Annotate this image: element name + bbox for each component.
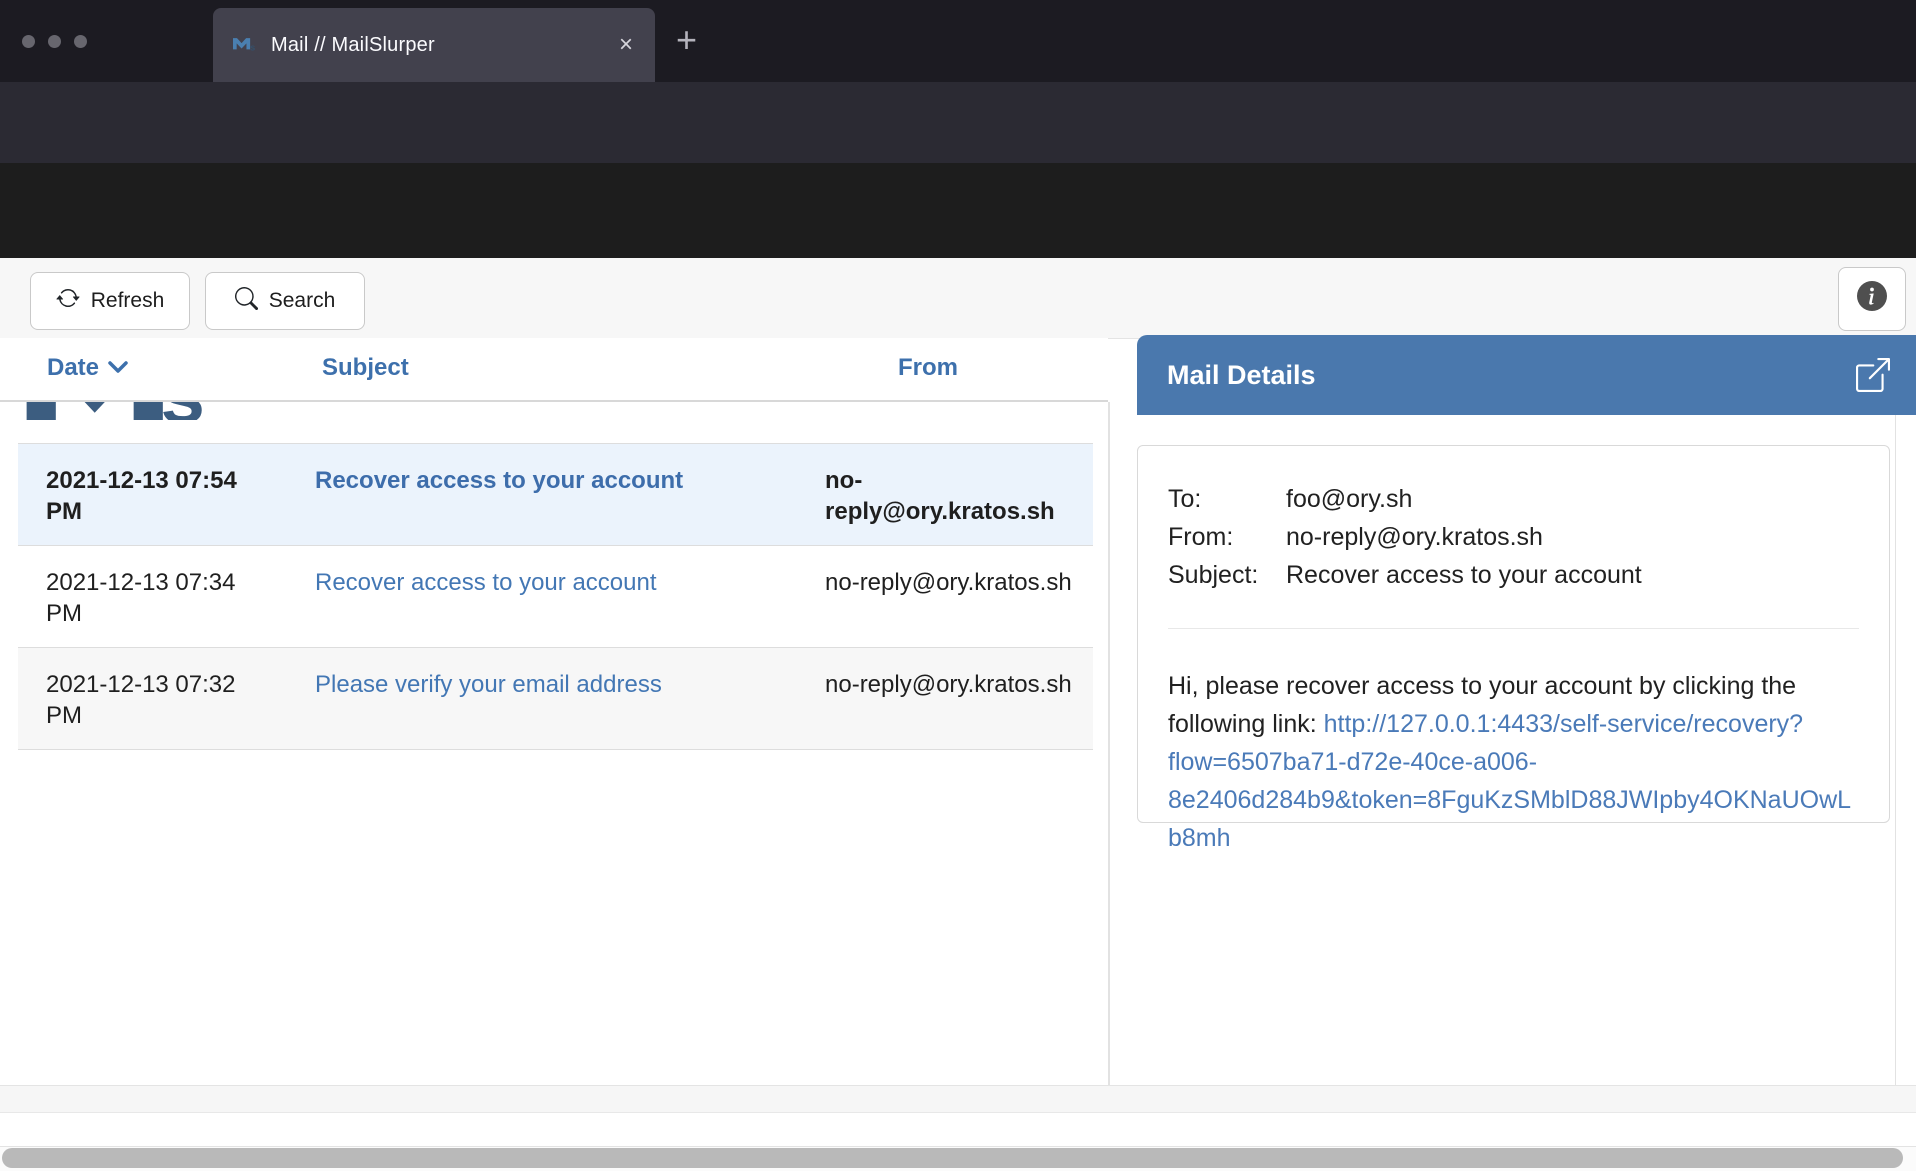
footer-strip — [0, 1086, 1916, 1113]
to-value: foo@ory.sh — [1286, 480, 1859, 518]
info-icon — [1857, 281, 1887, 317]
from-label: From: — [1168, 518, 1286, 556]
mailslurper-favicon: s — [233, 35, 259, 55]
sort-chevron-down-icon — [107, 354, 129, 382]
tab-title: Mail // MailSlurper — [271, 34, 619, 57]
mail-body: Hi, please recover access to your accoun… — [1168, 667, 1859, 857]
mail-subject-link[interactable]: Recover access to your account — [315, 467, 683, 494]
browser-toolbar: 127.0.0.1:4436/# 90% » — [0, 82, 1916, 163]
card-divider — [1168, 628, 1859, 629]
mail-subject-link[interactable]: Please verify your email address — [315, 671, 662, 698]
mail-date: 2021-12-13 07:54 PM — [18, 444, 315, 545]
detail-from-row: From: no-reply@ory.kratos.sh — [1168, 518, 1859, 556]
mail-details-card: To: foo@ory.sh From: no-reply@ory.kratos… — [1137, 445, 1890, 823]
mail-list-row[interactable]: 2021-12-13 07:34 PM Recover access to yo… — [18, 546, 1093, 648]
mail-details-title: Mail Details — [1167, 360, 1856, 391]
horizontal-scrollbar-thumb[interactable] — [2, 1148, 1903, 1168]
mail-date: 2021-12-13 07:32 PM — [18, 648, 315, 749]
pane-divider — [1108, 402, 1110, 1085]
external-link-icon[interactable] — [1856, 358, 1890, 392]
detail-subject-row: Subject: Recover access to your account — [1168, 556, 1859, 594]
from-value: no-reply@ory.kratos.sh — [1286, 518, 1859, 556]
search-button-label: Search — [269, 289, 336, 313]
list-header-divider — [0, 400, 1108, 402]
svg-text:s: s — [250, 43, 255, 53]
column-header-from: From — [898, 354, 958, 382]
search-icon — [235, 287, 258, 316]
app-header: s — [0, 163, 1916, 258]
refresh-button[interactable]: Refresh — [30, 272, 190, 330]
browser-tab[interactable]: s Mail // MailSlurper × — [213, 8, 655, 82]
mail-date: 2021-12-13 07:34 PM — [18, 546, 315, 647]
search-button[interactable]: Search — [205, 272, 365, 330]
tab-close-icon[interactable]: × — [619, 33, 633, 57]
mail-from: no-reply@ory.kratos.sh — [825, 546, 1093, 647]
subject-label: Subject: — [1168, 556, 1286, 594]
window-control-dots — [22, 35, 87, 48]
mail-details-header: Mail Details — [1137, 335, 1916, 415]
mail-list-row[interactable]: 2021-12-13 07:54 PM Recover access to yo… — [18, 443, 1093, 546]
mail-list: 2021-12-13 07:54 PM Recover access to yo… — [18, 443, 1093, 750]
info-button[interactable] — [1838, 267, 1906, 331]
mail-list-header: Date Subject From — [0, 338, 1108, 400]
subject-value: Recover access to your account — [1286, 556, 1859, 594]
column-header-subject: Subject — [322, 354, 409, 382]
mail-subject-link[interactable]: Recover access to your account — [315, 569, 657, 596]
new-tab-button[interactable]: + — [676, 22, 697, 58]
column-header-date[interactable]: Date — [47, 354, 129, 382]
detail-to-row: To: foo@ory.sh — [1168, 480, 1859, 518]
browser-tab-bar: s Mail // MailSlurper × + — [0, 0, 1916, 82]
mail-from: no-reply@ory.kratos.sh — [825, 444, 1093, 545]
refresh-button-label: Refresh — [91, 289, 165, 313]
mail-from: no-reply@ory.kratos.sh — [825, 648, 1093, 749]
mail-list-row[interactable]: 2021-12-13 07:32 PM Please verify your e… — [18, 648, 1093, 750]
to-label: To: — [1168, 480, 1286, 518]
refresh-icon — [56, 286, 80, 316]
